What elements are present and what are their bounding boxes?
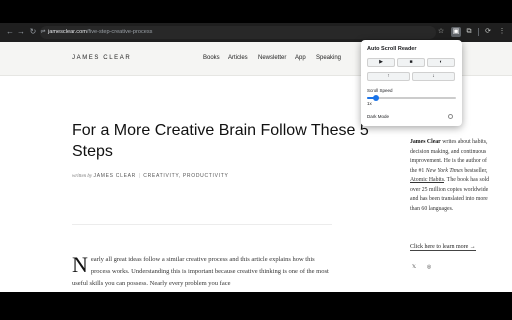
bio-text-2: bestseller, [462, 167, 488, 174]
dark-mode-label: Dark Mode [367, 114, 390, 119]
byline: written by JAMES CLEAR | CREATIVITY, PRODU… [72, 173, 229, 179]
bio-name: James Clear [410, 139, 441, 145]
menu-icon[interactable]: ⋮ [497, 27, 507, 37]
scroll-up-button[interactable]: ↑ [367, 72, 410, 81]
slider-thumb[interactable] [373, 95, 379, 101]
extension-icon[interactable]: ▣ [451, 27, 461, 37]
scroll-down-button[interactable]: ↓ [412, 72, 455, 81]
twitter-icon[interactable]: 𝕏 [410, 263, 418, 271]
pause-button[interactable]: ◐ [427, 58, 455, 67]
site-logo[interactable]: JAMES CLEAR [72, 55, 131, 61]
bio-nyt: New York Times [425, 167, 463, 174]
puzzle-icon[interactable]: ⧉ [464, 27, 474, 37]
byline-written-by: written by [72, 174, 93, 179]
divider [72, 224, 332, 225]
nav-books[interactable]: Books [203, 55, 220, 61]
article-body: Nearly all great ideas follow a similar … [72, 254, 334, 290]
nav-speaking[interactable]: Speaking [316, 55, 341, 61]
byline-categories[interactable]: CREATIVITY, PRODUCTIVITY [143, 173, 228, 179]
article-paragraph: early all great ideas follow a similar c… [72, 256, 329, 287]
star-icon[interactable]: ☆ [436, 27, 446, 37]
popup-title: Auto Scroll Reader [367, 46, 417, 52]
toolbar-divider [478, 28, 479, 36]
nav-newsletter[interactable]: Newsletter [258, 55, 286, 61]
back-arrow-icon[interactable]: ← [5, 27, 15, 37]
nav-articles[interactable]: Articles [228, 55, 248, 61]
nav-app[interactable]: App [295, 55, 306, 61]
scroll-speed-label: Scroll Speed [367, 88, 393, 93]
url-text[interactable]: jamesclear.com/five-step-creative-proces… [48, 28, 152, 37]
bio-book-link[interactable]: Atomic Habits [410, 177, 444, 183]
scroll-speed-value: 1x [367, 101, 372, 106]
dark-mode-toggle[interactable] [448, 114, 453, 119]
author-bio: James Clear writes about habits, decisio… [410, 138, 492, 214]
article-title: For a More Creative Brain Follow These 5… [72, 122, 369, 160]
site-info-icon[interactable]: ⇌ [38, 27, 48, 37]
byline-separator: | [138, 173, 141, 179]
play-button[interactable]: ▶ [367, 58, 395, 67]
learn-more-link[interactable]: Click here to learn more → [410, 244, 476, 251]
forward-arrow-icon[interactable]: → [16, 27, 26, 37]
instagram-icon[interactable]: ◎ [425, 263, 433, 271]
byline-author[interactable]: JAMES CLEAR [94, 173, 136, 179]
url-host: jamesclear.com [48, 29, 87, 35]
stop-button[interactable]: ■ [397, 58, 425, 67]
scroll-speed-slider[interactable] [367, 97, 456, 99]
auto-scroll-popup: Auto Scroll Reader ▶ ■ ◐ ↑ ↓ Scroll Spee… [361, 40, 462, 126]
dropcap: N [72, 252, 88, 277]
reload-icon[interactable]: ↻ [28, 27, 38, 37]
sync-icon[interactable]: ⟳ [483, 27, 493, 37]
url-path: /five-step-creative-process [86, 29, 153, 35]
